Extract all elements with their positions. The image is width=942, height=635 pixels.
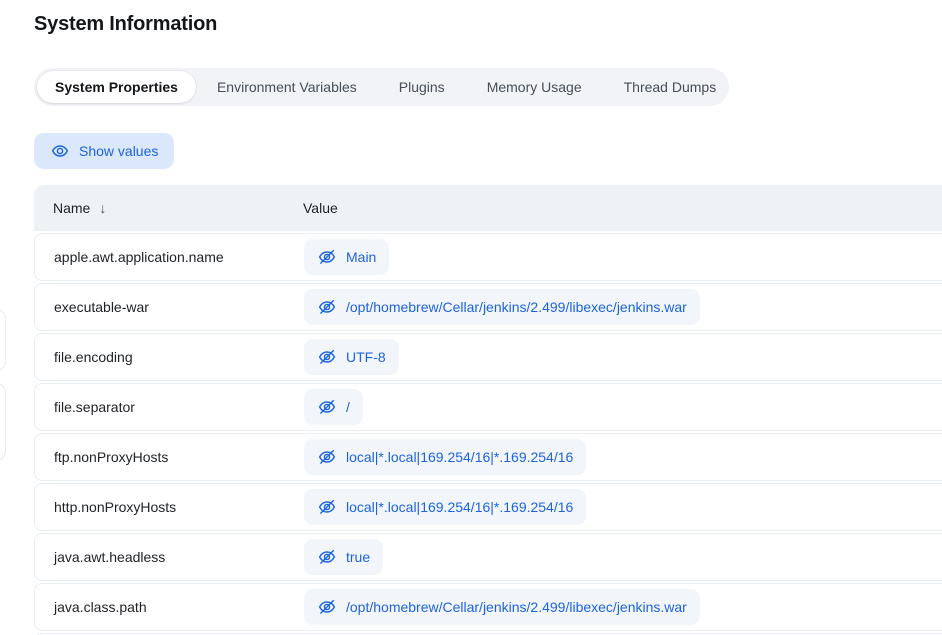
sort-descending-icon: ↓: [99, 200, 106, 216]
property-value: /: [346, 399, 350, 415]
table-row: executable-war /opt/homebrew/Cellar/jenk…: [34, 283, 942, 331]
eye-off-icon: [317, 247, 337, 267]
tab-bar: System Properties Environment Variables …: [34, 68, 729, 106]
eye-off-icon: [317, 597, 337, 617]
tab-environment-variables[interactable]: Environment Variables: [196, 71, 378, 103]
hidden-value-button[interactable]: UTF-8: [304, 339, 399, 375]
table-row: java.class.path /opt/homebrew/Cellar/jen…: [34, 583, 942, 631]
value-cell: /opt/homebrew/Cellar/jenkins/2.499/libex…: [304, 289, 942, 325]
property-name: executable-war: [35, 299, 304, 315]
property-value: local|*.local|169.254/16|*.169.254/16: [346, 499, 573, 515]
eye-icon: [50, 141, 70, 161]
value-cell: /opt/homebrew/Cellar/jenkins/2.499/libex…: [304, 589, 942, 625]
value-cell: Main: [304, 239, 942, 275]
tab-system-properties[interactable]: System Properties: [37, 71, 196, 103]
eye-off-icon: [317, 397, 337, 417]
hidden-value-button[interactable]: /: [304, 389, 363, 425]
property-value: local|*.local|169.254/16|*.169.254/16: [346, 449, 573, 465]
table-row: java.awt.headless true: [34, 533, 942, 581]
property-name: java.class.path: [35, 599, 304, 615]
page-title: System Information: [34, 0, 942, 38]
property-name: java.awt.headless: [35, 549, 304, 565]
table-row: ftp.nonProxyHosts local|*.local|169.254/…: [34, 433, 942, 481]
property-name: file.encoding: [35, 349, 304, 365]
table-header: Name ↓ Value: [34, 185, 942, 231]
table-row: file.separator /: [34, 383, 942, 431]
table-body: apple.awt.application.name Main: [34, 231, 942, 635]
hidden-value-button[interactable]: Main: [304, 239, 389, 275]
eye-off-icon: [317, 297, 337, 317]
property-name: http.nonProxyHosts: [35, 499, 304, 515]
property-value: Main: [346, 249, 376, 265]
column-header-value: Value: [303, 200, 338, 216]
table-row: file.encoding UTF-8: [34, 333, 942, 381]
tab-plugins[interactable]: Plugins: [378, 71, 466, 103]
hidden-value-button[interactable]: /opt/homebrew/Cellar/jenkins/2.499/libex…: [304, 589, 700, 625]
main-content: System Information System Properties Env…: [34, 0, 942, 635]
property-value: /opt/homebrew/Cellar/jenkins/2.499/libex…: [346, 599, 687, 615]
value-cell: local|*.local|169.254/16|*.169.254/16: [304, 439, 942, 475]
show-values-button[interactable]: Show values: [34, 133, 174, 169]
value-cell: UTF-8: [304, 339, 942, 375]
property-value: true: [346, 549, 370, 565]
value-cell: local|*.local|169.254/16|*.169.254/16: [304, 489, 942, 525]
hidden-value-button[interactable]: true: [304, 539, 383, 575]
hidden-value-button[interactable]: /opt/homebrew/Cellar/jenkins/2.499/libex…: [304, 289, 700, 325]
property-name: ftp.nonProxyHosts: [35, 449, 304, 465]
tab-memory-usage[interactable]: Memory Usage: [466, 71, 603, 103]
value-cell: true: [304, 539, 942, 575]
eye-off-icon: [317, 547, 337, 567]
value-cell: /: [304, 389, 942, 425]
property-value: /opt/homebrew/Cellar/jenkins/2.499/libex…: [346, 299, 687, 315]
table-row: apple.awt.application.name Main: [34, 233, 942, 281]
property-value: UTF-8: [346, 349, 386, 365]
hidden-value-button[interactable]: local|*.local|169.254/16|*.169.254/16: [304, 439, 586, 475]
left-edge-card: [0, 382, 6, 462]
table-row: http.nonProxyHosts local|*.local|169.254…: [34, 483, 942, 531]
property-name: apple.awt.application.name: [35, 249, 304, 265]
property-name: file.separator: [35, 399, 304, 415]
eye-off-icon: [317, 347, 337, 367]
hidden-value-button[interactable]: local|*.local|169.254/16|*.169.254/16: [304, 489, 586, 525]
show-values-label: Show values: [79, 143, 158, 159]
system-properties-table: Name ↓ Value apple.awt.application.name: [34, 185, 942, 635]
eye-off-icon: [317, 447, 337, 467]
eye-off-icon: [317, 497, 337, 517]
left-edge-card: [0, 308, 6, 372]
tab-thread-dumps[interactable]: Thread Dumps: [603, 71, 738, 103]
column-header-name[interactable]: Name ↓: [34, 200, 303, 216]
